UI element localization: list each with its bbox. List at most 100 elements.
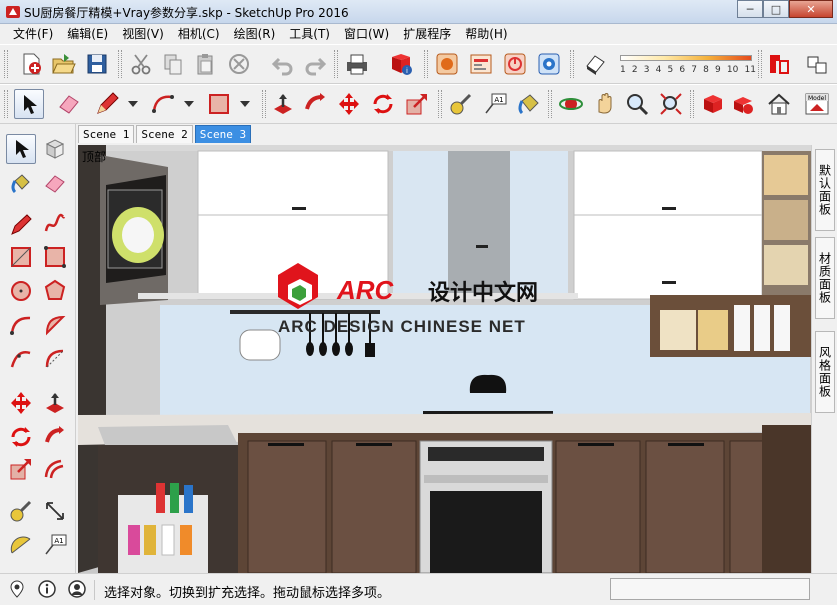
tray-materials[interactable]: 材质面板 <box>815 237 835 319</box>
toolbar-grip[interactable] <box>570 50 574 78</box>
tab-scene-3[interactable]: Scene 3 <box>194 125 252 143</box>
toolbar-grip[interactable] <box>758 50 762 78</box>
toolbar-grip[interactable] <box>690 90 694 118</box>
rotate-icon[interactable] <box>368 89 398 119</box>
save-icon[interactable] <box>82 49 112 79</box>
toolbar-grip[interactable] <box>4 90 8 118</box>
menu-help[interactable]: 帮助(H) <box>458 24 514 44</box>
extension-warehouse-icon[interactable] <box>728 89 758 119</box>
measurements-box[interactable] <box>610 578 810 600</box>
model-info-icon[interactable]: i <box>386 49 416 79</box>
offset-icon[interactable] <box>40 454 70 484</box>
pie-icon[interactable] <box>40 310 70 340</box>
paste-icon[interactable] <box>190 49 220 79</box>
zoom-icon[interactable] <box>622 89 652 119</box>
house-icon[interactable] <box>764 89 794 119</box>
push-pull-icon[interactable] <box>268 89 298 119</box>
tab-scene-2[interactable]: Scene 2 <box>136 125 193 143</box>
user-icon[interactable] <box>68 580 86 598</box>
push-pull-icon[interactable] <box>40 388 70 418</box>
toolbar-grip[interactable] <box>118 50 122 78</box>
new-file-icon[interactable] <box>16 49 46 79</box>
undo-icon[interactable] <box>268 49 298 79</box>
menu-edit[interactable]: 编辑(E) <box>60 24 115 44</box>
pan-icon[interactable] <box>590 89 620 119</box>
toolbar-grip[interactable] <box>424 50 428 78</box>
menu-draw[interactable]: 绘图(R) <box>227 24 283 44</box>
circle-icon[interactable] <box>6 276 36 306</box>
rotate-icon[interactable] <box>6 422 36 452</box>
tray-styles[interactable]: 风格面板 <box>815 331 835 413</box>
vray-settings-icon[interactable] <box>534 49 564 79</box>
eraser-icon[interactable] <box>54 89 84 119</box>
toolbar-grip[interactable] <box>4 50 8 78</box>
redo-icon[interactable] <box>300 49 330 79</box>
tab-scene-1[interactable]: Scene 1 <box>78 125 135 143</box>
line-icon[interactable] <box>6 210 36 240</box>
follow-me-icon[interactable] <box>300 89 330 119</box>
protractor-icon[interactable] <box>6 530 36 560</box>
scale-ruler[interactable]: 1 2 3 4 5 6 7 8 9 10 11 <box>612 49 757 81</box>
erase-icon[interactable] <box>224 49 254 79</box>
toolbar-grip[interactable] <box>548 90 552 118</box>
select-icon[interactable] <box>14 89 44 119</box>
rectangle-dropdown-icon[interactable] <box>230 89 260 119</box>
dimension-icon[interactable] <box>40 496 70 526</box>
maximize-button[interactable]: □ <box>763 0 789 18</box>
select-icon[interactable] <box>6 134 36 164</box>
text-icon[interactable]: A1 <box>40 530 70 560</box>
geo-location-icon[interactable] <box>8 580 26 598</box>
move-icon[interactable] <box>6 388 36 418</box>
close-button[interactable]: ✕ <box>789 0 833 18</box>
menu-window[interactable]: 窗口(W) <box>337 24 396 44</box>
info-icon[interactable] <box>38 580 56 598</box>
print-icon[interactable] <box>342 49 372 79</box>
interactive-render-icon[interactable] <box>500 49 530 79</box>
arc-dropdown-icon[interactable] <box>174 89 204 119</box>
freehand-icon[interactable] <box>40 210 70 240</box>
text-icon[interactable]: A1 <box>480 89 510 119</box>
copy-icon[interactable] <box>158 49 188 79</box>
tape-measure-icon[interactable] <box>6 496 36 526</box>
render-settings-icon[interactable] <box>432 49 462 79</box>
rectangle-icon[interactable] <box>6 242 36 272</box>
eraser-style-icon[interactable] <box>580 49 610 79</box>
tray-default[interactable]: 默认面板 <box>815 149 835 231</box>
zoom-extents-icon[interactable] <box>656 89 686 119</box>
cut-icon[interactable] <box>126 49 156 79</box>
menu-view[interactable]: 视图(V) <box>115 24 171 44</box>
pencil-dropdown-icon[interactable] <box>118 89 148 119</box>
rotated-rectangle-icon[interactable] <box>40 242 70 272</box>
open-folder-icon[interactable] <box>48 49 78 79</box>
toolbar-grip[interactable] <box>334 50 338 78</box>
eraser-icon[interactable] <box>40 168 70 198</box>
scene-tabs: Scene 1 Scene 2 Scene 3 <box>78 124 253 144</box>
tape-measure-icon[interactable] <box>446 89 476 119</box>
scale-icon[interactable] <box>6 454 36 484</box>
minimize-button[interactable]: ─ <box>737 0 763 18</box>
orbit-icon[interactable] <box>556 89 586 119</box>
menu-file[interactable]: 文件(F) <box>6 24 60 44</box>
toolbar-grip[interactable] <box>438 90 442 118</box>
drawing-viewport[interactable]: 顶部 ARC 设计中文网 ARC DESIGN CHINESE NET <box>78 145 811 573</box>
arc-3pt-icon[interactable] <box>6 344 36 374</box>
frame-buffer-icon[interactable] <box>466 49 496 79</box>
paint-icon[interactable] <box>6 168 36 198</box>
view-label: 顶部 <box>82 150 107 164</box>
arc-icon[interactable] <box>6 310 36 340</box>
move-icon[interactable] <box>334 89 364 119</box>
menu-tools[interactable]: 工具(T) <box>282 24 337 44</box>
scale-icon[interactable] <box>402 89 432 119</box>
menu-extensions[interactable]: 扩展程序 <box>396 24 458 44</box>
3d-warehouse-icon[interactable] <box>698 89 728 119</box>
arc-2pt-icon[interactable] <box>40 344 70 374</box>
paint-bucket-icon[interactable] <box>514 89 544 119</box>
follow-me-icon[interactable] <box>40 422 70 452</box>
collapse-icon[interactable] <box>802 49 832 79</box>
model-icon[interactable]: Model <box>802 89 832 119</box>
component-icon[interactable] <box>40 134 70 164</box>
layers-icon[interactable] <box>764 49 794 79</box>
toolbar-grip[interactable] <box>262 90 266 118</box>
menu-camera[interactable]: 相机(C) <box>171 24 227 44</box>
polygon-icon[interactable] <box>40 276 70 306</box>
